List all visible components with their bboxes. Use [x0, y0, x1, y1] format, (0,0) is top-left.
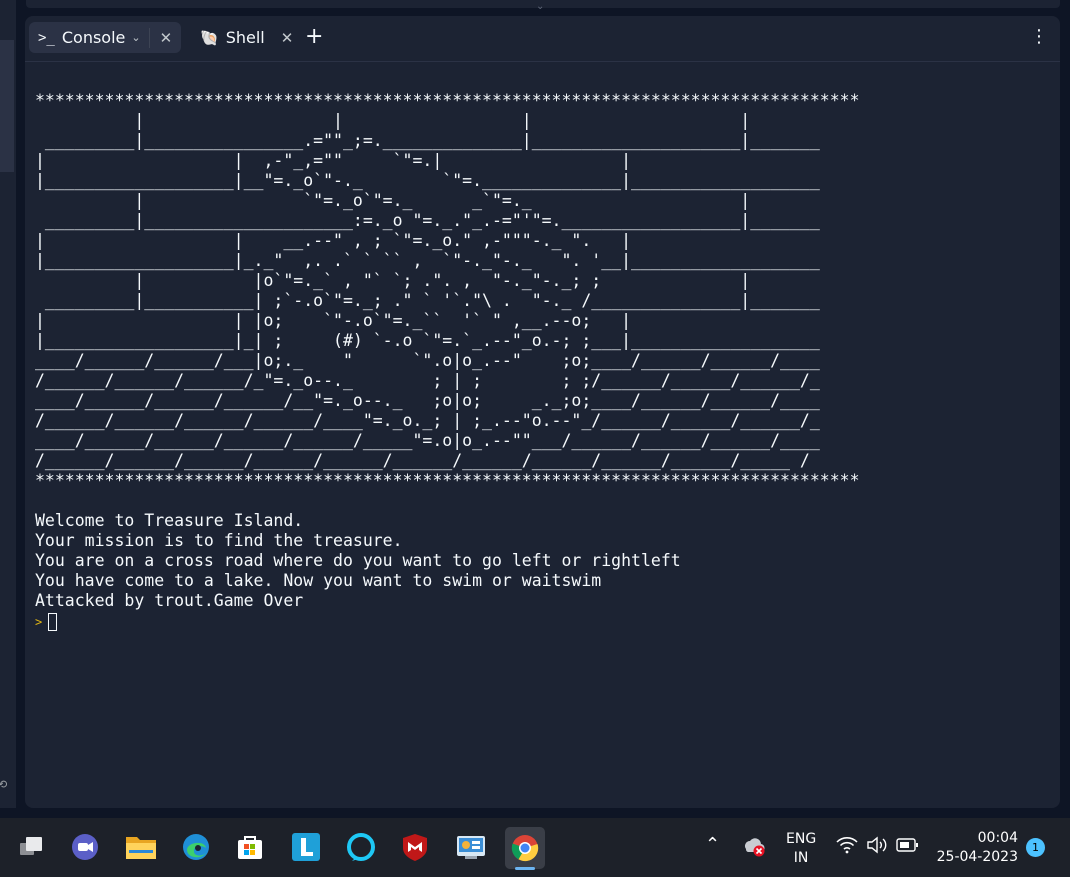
control-panel-icon[interactable]	[454, 830, 488, 864]
more-options-icon[interactable]: ⋮	[1030, 26, 1048, 48]
sidebar-selected-item[interactable]	[0, 40, 14, 172]
region-label: IN	[793, 850, 809, 866]
collapse-chevron-icon[interactable]: ⌄	[536, 2, 544, 12]
chevron-down-icon[interactable]: ⌄	[131, 31, 140, 44]
wifi-icon[interactable]	[836, 836, 858, 858]
tab-bar: >_ Console ⌄ ✕ 🐚 Shell ✕ + ⋮	[25, 16, 1060, 62]
microsoft-store-icon[interactable]	[233, 830, 267, 864]
left-sidebar: ⟲	[0, 0, 16, 808]
console-output: ****************************************…	[35, 91, 860, 610]
prompt-indicator: >	[35, 615, 43, 629]
mcafee-icon[interactable]	[398, 830, 432, 864]
edge-icon[interactable]	[179, 830, 213, 864]
chrome-running-indicator	[515, 867, 535, 870]
add-tab-button[interactable]: +	[305, 25, 323, 49]
system-clock[interactable]: 00:04 25-04-2023	[936, 829, 1018, 867]
text-cursor	[48, 613, 58, 631]
alexa-icon[interactable]	[344, 830, 378, 864]
console-prompt-line[interactable]: >	[35, 612, 58, 632]
terminal-prompt-icon: >_	[38, 29, 55, 46]
close-shell-tab-icon[interactable]: ✕	[281, 29, 294, 47]
close-console-tab-icon[interactable]: ✕	[160, 29, 173, 47]
tab-shell-label: Shell	[225, 28, 265, 47]
history-icon[interactable]: ⟲	[0, 778, 7, 791]
tab-console[interactable]: >_ Console ⌄ ✕	[29, 22, 181, 53]
tab-console-label: Console	[61, 28, 126, 47]
show-hidden-icons-chevron-icon[interactable]: ⌃	[705, 834, 720, 855]
tab-shell[interactable]: 🐚 Shell ✕	[191, 22, 317, 53]
tab-divider	[148, 27, 150, 48]
windows-taskbar: ⌃ ENG IN 00:04 25-04-2023 1	[0, 818, 1070, 877]
language-label: ENG	[786, 831, 817, 847]
notification-badge[interactable]: 1	[1026, 838, 1045, 857]
clock-time: 00:04	[977, 830, 1018, 846]
file-explorer-icon[interactable]	[124, 830, 158, 864]
battery-icon[interactable]	[896, 837, 920, 857]
volume-icon[interactable]	[866, 836, 888, 858]
chrome-icon[interactable]	[505, 827, 545, 869]
onedrive-error-icon[interactable]	[742, 835, 766, 861]
console-panel: >_ Console ⌄ ✕ 🐚 Shell ✕ + ⋮ ***********…	[25, 16, 1060, 808]
shell-icon: 🐚	[200, 28, 219, 47]
task-view-icon[interactable]	[14, 830, 48, 864]
clock-date: 25-04-2023	[936, 849, 1018, 865]
language-indicator[interactable]: ENG IN	[786, 830, 816, 868]
l-app-icon[interactable]	[289, 830, 323, 864]
zoom-icon[interactable]	[68, 830, 102, 864]
